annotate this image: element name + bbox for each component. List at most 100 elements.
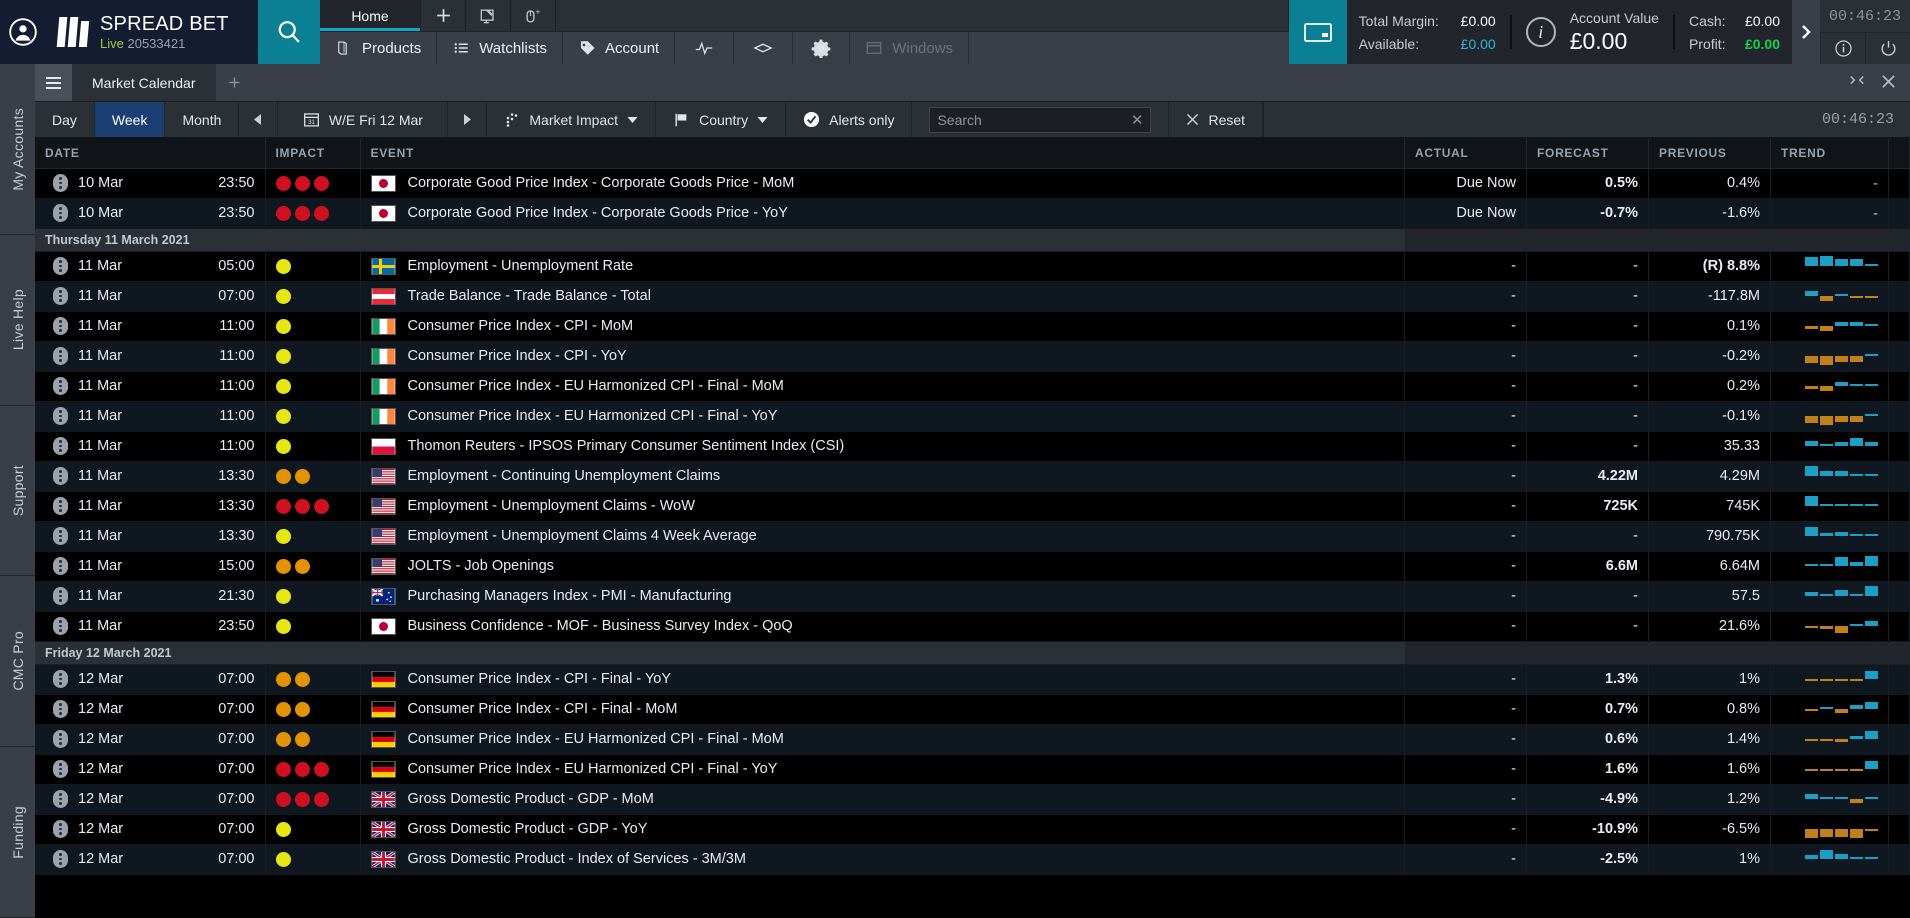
row-menu-icon[interactable] bbox=[53, 670, 68, 688]
edit-workspace-button[interactable] bbox=[466, 0, 511, 31]
add-workspace-button[interactable] bbox=[421, 0, 466, 31]
trend-bar bbox=[1865, 756, 1878, 782]
table-row[interactable]: 11 Mar11:00Thomon Reuters - IPSOS Primar… bbox=[35, 431, 1910, 461]
table-row[interactable]: 12 Mar07:00Gross Domestic Product - GDP … bbox=[35, 784, 1910, 814]
table-row[interactable]: 11 Mar11:00Consumer Price Index - CPI - … bbox=[35, 341, 1910, 371]
table-row[interactable]: 12 Mar07:00Gross Domestic Product - GDP … bbox=[35, 814, 1910, 844]
table-row[interactable]: 11 Mar11:00Consumer Price Index - EU Har… bbox=[35, 371, 1910, 401]
trend-bar bbox=[1820, 666, 1833, 692]
reset-filters-button[interactable]: Reset bbox=[1169, 102, 1263, 137]
row-menu-icon[interactable] bbox=[53, 467, 68, 485]
table-row[interactable]: 11 Mar21:30Purchasing Managers Index - P… bbox=[35, 581, 1910, 611]
row-menu-icon[interactable] bbox=[53, 850, 68, 868]
funding-card-button[interactable] bbox=[1289, 0, 1347, 64]
add-window-tab-button[interactable] bbox=[216, 64, 254, 101]
trend-bar bbox=[1820, 253, 1833, 279]
row-menu-icon[interactable] bbox=[53, 617, 68, 635]
table-row[interactable]: 12 Mar07:00Consumer Price Index - CPI - … bbox=[35, 664, 1910, 694]
new-window-button[interactable]: + bbox=[511, 0, 556, 31]
filter-day[interactable]: Day bbox=[35, 102, 95, 137]
calendar-table-wrapper[interactable]: DATE IMPACT EVENT ACTUAL FORECAST PREVIO… bbox=[35, 138, 1910, 918]
filter-alerts-only[interactable]: Alerts only bbox=[786, 102, 912, 137]
cell-forecast: -10.9% bbox=[1527, 814, 1649, 844]
table-row[interactable]: 10 Mar23:50Corporate Good Price Index - … bbox=[35, 198, 1910, 228]
event-time: 07:00 bbox=[162, 851, 255, 867]
row-menu-icon[interactable] bbox=[53, 317, 68, 335]
table-row[interactable]: 11 Mar13:30Employment - Continuing Unemp… bbox=[35, 461, 1910, 491]
row-menu-icon[interactable] bbox=[53, 557, 68, 575]
row-menu-icon[interactable] bbox=[53, 527, 68, 545]
row-menu-icon[interactable] bbox=[53, 760, 68, 778]
nav-windows[interactable]: Windows bbox=[850, 32, 969, 64]
prev-period-button[interactable] bbox=[239, 102, 278, 137]
row-menu-icon[interactable] bbox=[53, 730, 68, 748]
table-row[interactable]: 12 Mar07:00Consumer Price Index - CPI - … bbox=[35, 694, 1910, 724]
row-menu-icon[interactable] bbox=[53, 377, 68, 395]
row-menu-icon[interactable] bbox=[53, 257, 68, 275]
row-menu-icon[interactable] bbox=[53, 820, 68, 838]
plus-icon bbox=[434, 6, 453, 25]
nav-learn[interactable] bbox=[734, 32, 793, 64]
cell-forecast: 1.3% bbox=[1527, 664, 1649, 694]
next-period-button[interactable] bbox=[448, 102, 487, 137]
row-menu-icon[interactable] bbox=[53, 587, 68, 605]
close-window-button[interactable] bbox=[1881, 74, 1896, 92]
table-row[interactable]: 11 Mar07:00Trade Balance - Trade Balance… bbox=[35, 281, 1910, 311]
column-header-trend[interactable]: TREND bbox=[1771, 138, 1889, 168]
column-header-date[interactable]: DATE bbox=[35, 138, 265, 168]
filter-week[interactable]: Week bbox=[95, 102, 166, 137]
table-row[interactable]: 12 Mar07:00Consumer Price Index - EU Har… bbox=[35, 724, 1910, 754]
tab-home[interactable]: Home bbox=[320, 0, 421, 31]
date-range-picker[interactable]: 31 W/E Fri 12 Mar bbox=[278, 102, 448, 137]
table-row[interactable]: 12 Mar07:00Gross Domestic Product - Inde… bbox=[35, 844, 1910, 874]
clear-search-icon[interactable]: ✕ bbox=[1127, 111, 1144, 129]
table-row[interactable]: 11 Mar15:00JOLTS - Job Openings-6.6M6.64… bbox=[35, 551, 1910, 581]
table-row[interactable]: 11 Mar11:00Consumer Price Index - CPI - … bbox=[35, 311, 1910, 341]
nav-products[interactable]: Products bbox=[320, 32, 437, 64]
row-menu-icon[interactable] bbox=[53, 174, 68, 192]
column-header-previous[interactable]: PREVIOUS bbox=[1649, 138, 1771, 168]
table-row[interactable]: 11 Mar23:50Business Confidence - MOF - B… bbox=[35, 611, 1910, 641]
header-info-button[interactable] bbox=[1820, 32, 1865, 64]
row-menu-icon[interactable] bbox=[53, 287, 68, 305]
sidebar-item-my-accounts[interactable]: My Accounts bbox=[0, 64, 35, 235]
table-row[interactable]: 12 Mar07:00Consumer Price Index - EU Har… bbox=[35, 754, 1910, 784]
row-menu-icon[interactable] bbox=[53, 437, 68, 455]
window-tab-market-calendar[interactable]: Market Calendar bbox=[72, 64, 216, 101]
column-header-forecast[interactable]: FORECAST bbox=[1527, 138, 1649, 168]
expand-summary-button[interactable] bbox=[1792, 0, 1820, 64]
search-input[interactable] bbox=[937, 112, 1126, 128]
row-menu-icon[interactable] bbox=[53, 700, 68, 718]
event-date: 12 Mar bbox=[78, 791, 152, 807]
row-menu-icon[interactable] bbox=[53, 347, 68, 365]
column-header-impact[interactable]: IMPACT bbox=[265, 138, 360, 168]
user-avatar-button[interactable] bbox=[0, 0, 46, 64]
account-value-info-icon[interactable]: i bbox=[1526, 17, 1556, 47]
table-row[interactable]: 11 Mar11:00Consumer Price Index - EU Har… bbox=[35, 401, 1910, 431]
filter-market-impact[interactable]: Market Impact bbox=[487, 102, 656, 137]
minimize-window-button[interactable] bbox=[1849, 74, 1865, 91]
row-menu-icon[interactable] bbox=[53, 407, 68, 425]
sidebar-item-funding[interactable]: Funding bbox=[0, 747, 35, 918]
sidebar-item-cmc-pro[interactable]: CMC Pro bbox=[0, 576, 35, 747]
window-menu-button[interactable] bbox=[35, 64, 72, 101]
row-menu-icon[interactable] bbox=[53, 204, 68, 222]
column-header-event[interactable]: EVENT bbox=[360, 138, 1405, 168]
global-search-button[interactable] bbox=[258, 0, 320, 64]
row-menu-icon[interactable] bbox=[53, 497, 68, 515]
sidebar-item-support[interactable]: Support bbox=[0, 406, 35, 577]
sidebar-item-live-help[interactable]: Live Help bbox=[0, 235, 35, 406]
row-menu-icon[interactable] bbox=[53, 790, 68, 808]
nav-settings[interactable] bbox=[793, 32, 850, 64]
table-row[interactable]: 11 Mar13:30Employment - Unemployment Cla… bbox=[35, 521, 1910, 551]
nav-account[interactable]: Account bbox=[563, 32, 675, 64]
table-row[interactable]: 10 Mar23:50Corporate Good Price Index - … bbox=[35, 168, 1910, 198]
nav-chart[interactable] bbox=[675, 32, 734, 64]
nav-watchlists[interactable]: Watchlists bbox=[437, 32, 563, 64]
table-row[interactable]: 11 Mar05:00Employment - Unemployment Rat… bbox=[35, 251, 1910, 281]
filter-month[interactable]: Month bbox=[165, 102, 239, 137]
filter-country[interactable]: Country bbox=[656, 102, 786, 137]
table-row[interactable]: 11 Mar13:30Employment - Unemployment Cla… bbox=[35, 491, 1910, 521]
logout-button[interactable] bbox=[1865, 32, 1910, 64]
column-header-actual[interactable]: ACTUAL bbox=[1405, 138, 1527, 168]
